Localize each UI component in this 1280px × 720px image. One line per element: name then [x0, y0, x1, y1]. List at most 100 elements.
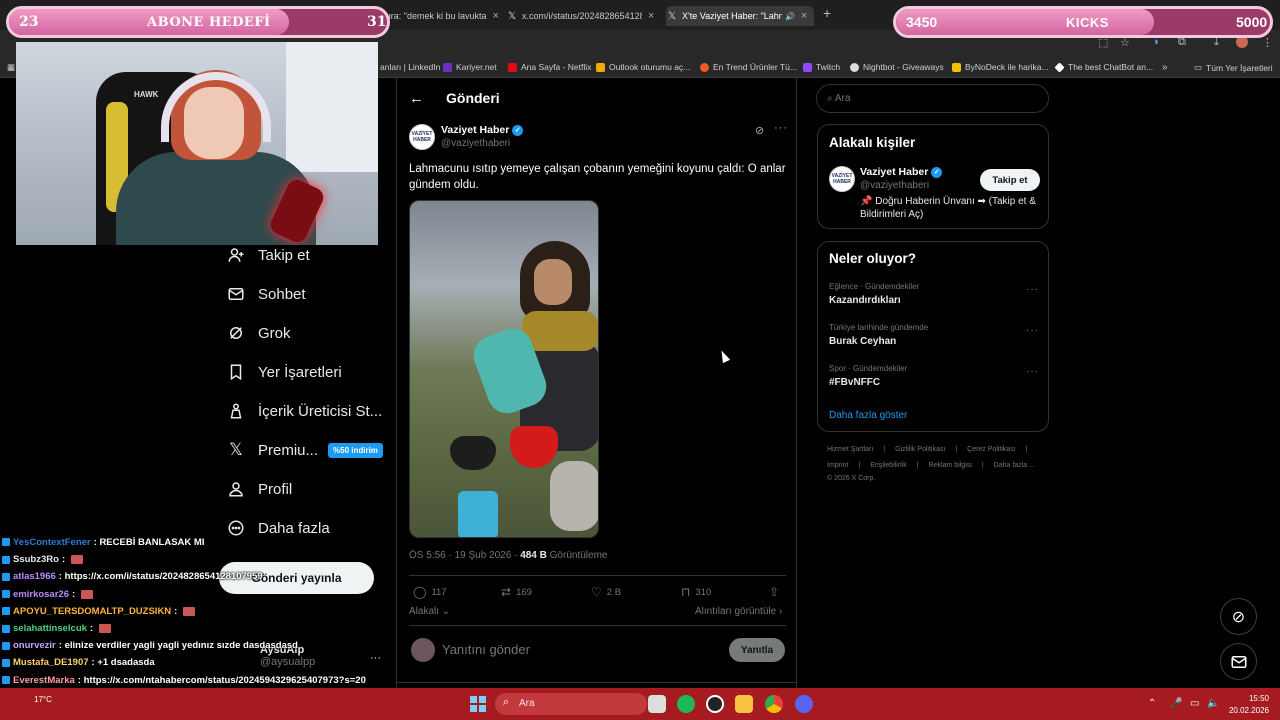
sort-dropdown[interactable]: Alakalı ⌄ — [409, 606, 450, 617]
bookmark-trend[interactable]: En Trend Ürünler Tü... — [700, 62, 797, 72]
apps-grid-icon[interactable]: ▦ — [7, 62, 15, 73]
tray-overflow-icon[interactable]: ⌃ — [1148, 698, 1156, 709]
bookmark-twitch[interactable]: Twitch — [803, 62, 840, 72]
like-action[interactable]: ♡ 2 B — [591, 585, 621, 599]
footer-link[interactable]: Daha fazla ... — [994, 462, 1035, 469]
close-icon[interactable]: × — [648, 10, 654, 22]
view-quotes-link[interactable]: Alıntıları görüntüle › — [695, 606, 782, 617]
relevant-bio: 📌 Doğru Haberin Ünvanı ➡ (Takip et & Bil… — [860, 196, 1036, 220]
chat-username[interactable]: atlas1966 — [13, 571, 56, 582]
grok-icon[interactable]: ⊘ — [755, 124, 764, 137]
bookmark-outlook[interactable]: Outlook oturumu aç... — [596, 62, 690, 72]
black-pot — [450, 436, 496, 470]
footer-link[interactable]: Imprint — [827, 462, 848, 469]
more-icon[interactable]: ··· — [774, 122, 788, 134]
bookmark-linkedin[interactable]: anları | LinkedIn — [380, 62, 440, 72]
back-arrow-icon[interactable]: ← — [409, 90, 424, 107]
bookmark-nightbot[interactable]: Nightbot - Giveaways — [850, 62, 944, 72]
chat-username[interactable]: EverestMarka — [13, 675, 75, 686]
footer-link[interactable]: Reklam bilgisi — [929, 462, 972, 469]
bookmark-label: ByNoDeck ile harika... — [965, 62, 1049, 72]
trend-more-icon[interactable]: ··· — [1026, 284, 1039, 295]
chat-username[interactable]: emirkosar26 — [13, 589, 69, 600]
repost-action[interactable]: ⇄ 169 — [501, 585, 532, 599]
chat-username[interactable]: Mustafa_DE1907 — [13, 657, 89, 668]
grok-fab-button[interactable]: ⊘ — [1220, 598, 1257, 635]
relevant-name[interactable]: Vaziyet Haber ✓ — [860, 166, 943, 178]
tweet-video[interactable] — [409, 200, 599, 538]
network-icon[interactable]: ▭ — [1190, 698, 1199, 709]
bookmark-kariyer[interactable]: Kariyer.net — [443, 62, 497, 72]
chat-username[interactable]: YesContextFener — [13, 537, 91, 548]
relevant-title: Alakalı kişiler — [829, 135, 916, 150]
bookmarks-overflow-icon[interactable]: » — [1162, 62, 1168, 73]
chat-username[interactable]: selahattinselcuk — [13, 623, 87, 634]
footer-link[interactable]: Çerez Politikası — [967, 446, 1016, 453]
menu-icon[interactable]: ⋮ — [1262, 36, 1273, 49]
nav-creator-studio[interactable]: İçerik Üreticisi St... — [226, 401, 382, 421]
bookmark-label: Twitch — [816, 62, 841, 72]
speaker-icon[interactable]: 🔊 — [785, 12, 795, 21]
taskbar-clock[interactable]: 15:50 20.02.2026 — [1225, 693, 1269, 717]
bookmark-netflix[interactable]: Ana Sayfa - Netflix — [508, 62, 591, 72]
reply-input[interactable]: Yanıtını gönder — [442, 642, 530, 657]
spotify-icon[interactable] — [677, 695, 695, 713]
author-handle[interactable]: @vaziyethaberi — [441, 138, 510, 149]
file-explorer-icon[interactable] — [735, 695, 753, 713]
nav-grok[interactable]: Grok — [226, 323, 291, 343]
trend-item[interactable]: Kazandırdıkları — [829, 295, 901, 306]
close-icon[interactable]: × — [801, 10, 807, 22]
volume-icon[interactable]: 🔈 — [1207, 698, 1219, 709]
follow-button[interactable]: Takip et — [980, 169, 1040, 191]
share-action[interactable]: ⇧ — [769, 585, 784, 599]
trend-item[interactable]: Burak Ceyhan — [829, 336, 896, 347]
footer-link[interactable]: Erişilebilirlik — [870, 462, 907, 469]
chat-message: atlas1966: https://x.com/i/status/202482… — [2, 568, 402, 585]
author-name[interactable]: Vaziyet Haber ✓ — [441, 124, 524, 136]
tab-status[interactable]: 𝕏 x.com/i/status/2024828654128 × — [508, 6, 656, 26]
bookmark-bynodeck[interactable]: ByNoDeck ile harika... — [952, 62, 1049, 72]
close-icon[interactable]: × — [493, 10, 498, 22]
new-tab-button[interactable]: + — [823, 5, 831, 21]
all-bookmarks[interactable]: ▭ Tüm Yer İşaretleri — [1194, 62, 1273, 73]
sub-goal-target: 31 — [367, 14, 387, 30]
chat-message: selahattinselcuk: — [2, 620, 402, 637]
show-more-link[interactable]: Daha fazla göster — [829, 410, 907, 421]
footer-link[interactable]: Gizlilik Politikası — [895, 446, 945, 453]
trend-more-icon[interactable]: ··· — [1026, 325, 1039, 336]
nav-chat[interactable]: Sohbet — [226, 284, 306, 304]
bookmark-chatbot[interactable]: The best ChatBot an... — [1054, 61, 1153, 73]
nav-bookmarks[interactable]: Yer İşaretleri — [226, 362, 342, 382]
chat-username[interactable]: Ssubz3Ro — [13, 554, 59, 565]
rock — [550, 461, 598, 531]
reply-button[interactable]: Yanıtla — [729, 638, 785, 662]
mic-icon[interactable]: 🎤 — [1170, 698, 1182, 709]
search-input[interactable]: ⌕ Ara — [816, 84, 1049, 113]
mail-icon — [226, 284, 246, 304]
relevant-avatar[interactable]: VAZİYET HABER — [829, 166, 855, 192]
obs-icon[interactable] — [706, 695, 724, 713]
chair-logo: HAWK — [134, 90, 159, 99]
nav-profile[interactable]: Profil — [226, 479, 292, 499]
trend-more-icon[interactable]: ··· — [1026, 366, 1039, 377]
author-avatar[interactable]: VAZİYET HABER — [409, 124, 435, 150]
bookmark-action[interactable]: ⊓ 310 — [681, 585, 711, 599]
chrome-icon[interactable] — [765, 695, 783, 713]
chat-badge-icon — [2, 572, 10, 581]
messages-fab-button[interactable] — [1220, 643, 1257, 680]
start-button[interactable] — [469, 695, 487, 713]
task-view-icon[interactable] — [648, 695, 666, 713]
taskbar-search[interactable]: ⌕ Ara — [495, 693, 647, 715]
nav-premium[interactable]: 𝕏 Premiu... %50 indirim — [226, 440, 383, 460]
chat-username[interactable]: APOYU_TERSDOMALTP_DUZSIKN — [13, 606, 171, 617]
nav-follow[interactable]: Takip et — [226, 245, 310, 265]
trend-category: Türkiye tarihinde gündemde — [829, 323, 929, 332]
chat-username[interactable]: onurvezir — [13, 640, 56, 651]
footer-separator: | — [883, 446, 886, 453]
tab-vaziyet-active[interactable]: 𝕏 X'te Vaziyet Haber: "Lahma 🔊 × — [666, 6, 814, 26]
trend-item[interactable]: #FBvNFFC — [829, 377, 880, 388]
discord-icon[interactable] — [795, 695, 813, 713]
reply-action[interactable]: ◯ 117 — [413, 585, 447, 599]
weather-widget[interactable]: 17°C — [34, 695, 52, 704]
footer-link[interactable]: Hizmet Şartları — [827, 446, 873, 453]
